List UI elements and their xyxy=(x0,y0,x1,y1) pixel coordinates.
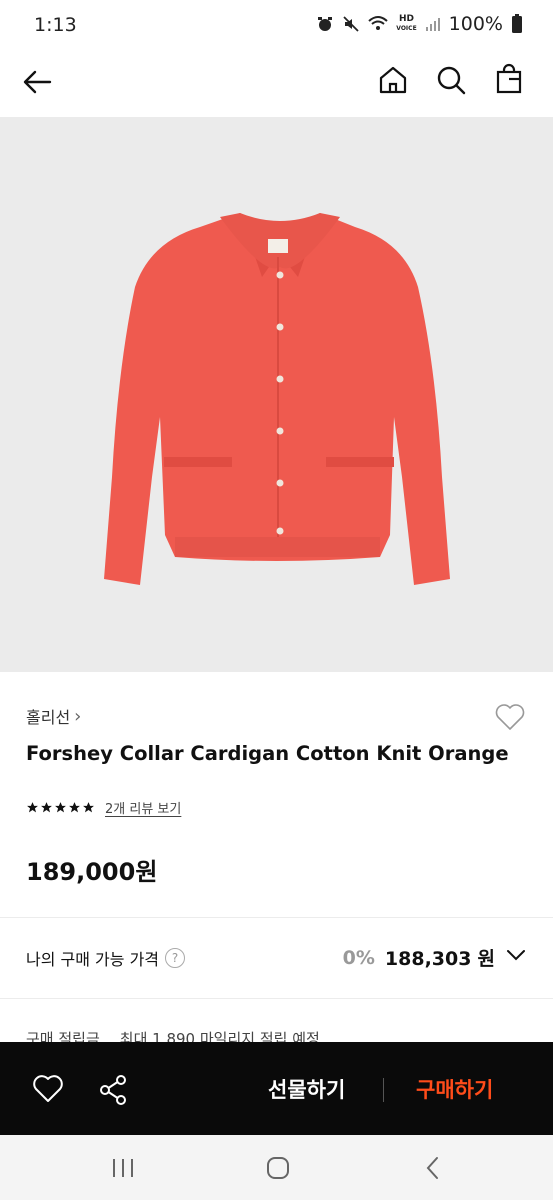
voice-label: VOICE xyxy=(396,25,417,32)
nav-back-icon[interactable] xyxy=(420,1155,446,1181)
purchase-bar: 선물하기 구매하기 xyxy=(0,1042,553,1135)
status-time: 1:13 xyxy=(34,14,77,36)
review-link[interactable]: 2개 리뷰 보기 xyxy=(105,798,181,817)
search-icon[interactable] xyxy=(433,62,469,98)
hd-voice-indicator: HD VOICE xyxy=(396,15,416,33)
my-price-amount: 188,303 원 xyxy=(385,944,495,971)
my-price-label: 나의 구매 가능 가격 xyxy=(26,950,160,969)
product-price: 189,000원 xyxy=(26,858,158,886)
my-price-currency: 원 xyxy=(477,948,495,970)
star-icon xyxy=(83,802,94,813)
star-icon xyxy=(55,802,66,813)
my-price-value-row[interactable]: 0% 188,303 원 xyxy=(343,944,527,971)
divider xyxy=(0,998,553,999)
alarm-icon xyxy=(316,15,334,33)
product-image[interactable] xyxy=(0,117,553,672)
brand-name: 홀리선 xyxy=(26,708,71,727)
home-circle-icon[interactable] xyxy=(265,1155,291,1181)
status-bar: 1:13 HD VOICE 100% xyxy=(0,0,553,52)
divider xyxy=(0,917,553,918)
product-title: Forshey Collar Cardigan Cotton Knit Oran… xyxy=(26,742,509,765)
share-icon[interactable] xyxy=(98,1074,128,1106)
chevron-right-icon: › xyxy=(74,705,82,727)
recents-icon[interactable] xyxy=(110,1155,136,1181)
discount-rate: 0% xyxy=(342,946,375,969)
cardigan-illustration xyxy=(104,213,450,585)
my-price-label-row: 나의 구매 가능 가격 ? xyxy=(26,946,186,970)
heart-icon[interactable] xyxy=(32,1074,64,1104)
status-right: HD VOICE 100% xyxy=(316,13,523,35)
battery-icon xyxy=(511,14,523,34)
button-separator xyxy=(383,1078,384,1102)
star-icon xyxy=(69,802,80,813)
wishlist-heart-icon[interactable] xyxy=(493,700,527,734)
hd-label: HD xyxy=(398,14,414,24)
gift-button[interactable]: 선물하기 xyxy=(268,1074,345,1104)
wifi-icon xyxy=(368,15,388,33)
arrow-left-icon[interactable] xyxy=(20,64,56,100)
mute-icon xyxy=(342,15,360,33)
rating-row: 2개 리뷰 보기 xyxy=(26,798,181,817)
chevron-down-icon[interactable] xyxy=(505,944,527,971)
my-price-number: 188,303 xyxy=(384,948,472,970)
buy-button[interactable]: 구매하기 xyxy=(416,1074,493,1104)
star-icon xyxy=(41,802,52,813)
system-nav-bar xyxy=(0,1135,553,1200)
top-bar-actions xyxy=(375,62,527,98)
shopping-bag-icon[interactable] xyxy=(491,62,527,98)
help-icon[interactable]: ? xyxy=(165,948,186,968)
signal-icon xyxy=(425,16,441,32)
battery-label: 100% xyxy=(448,13,503,35)
home-icon[interactable] xyxy=(375,62,411,98)
brand-link[interactable]: 홀리선 › xyxy=(26,704,81,728)
top-bar xyxy=(0,52,553,112)
star-icon xyxy=(27,802,38,813)
star-rating xyxy=(26,801,95,814)
